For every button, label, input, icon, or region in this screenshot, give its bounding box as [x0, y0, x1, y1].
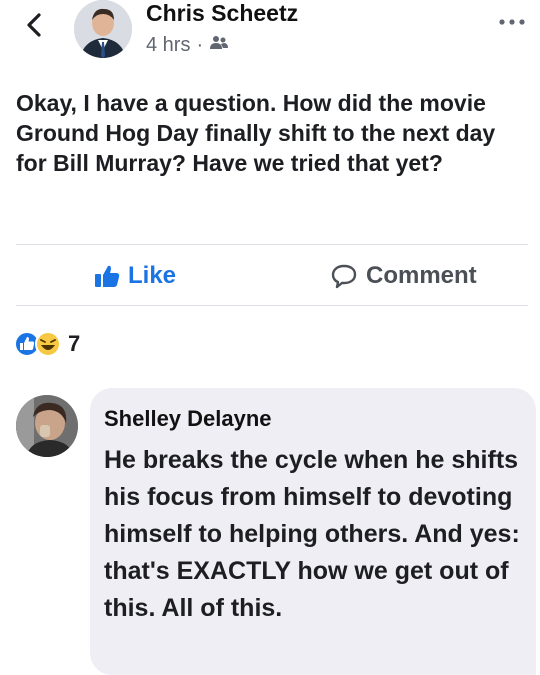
haha-reaction-icon	[35, 331, 61, 357]
post-text: Okay, I have a question. How did the mov…	[16, 90, 496, 176]
reaction-summary[interactable]: 7	[14, 331, 80, 357]
friends-icon	[209, 34, 229, 57]
post-meta: 4 hrs ·	[146, 34, 229, 57]
comment-bubble-icon	[331, 264, 357, 289]
divider-bottom	[16, 305, 528, 306]
comment-text: He breaks the cycle when he shifts his f…	[104, 446, 520, 622]
like-label: Like	[128, 262, 177, 289]
back-arrow-icon[interactable]	[22, 10, 46, 40]
commenter-name[interactable]: Shelley Delayne	[104, 406, 272, 432]
thumbs-up-icon	[95, 265, 120, 287]
reaction-count: 7	[68, 331, 81, 356]
author-avatar[interactable]	[74, 0, 132, 58]
more-options-icon[interactable]	[498, 14, 526, 25]
post-timestamp[interactable]: 4 hrs	[146, 34, 190, 57]
divider-top	[16, 244, 528, 245]
post-author-name[interactable]: Chris Scheetz	[146, 0, 298, 27]
reaction-icons	[14, 331, 61, 357]
comment-button[interactable]: Comment	[330, 262, 477, 290]
comment-label: Comment	[366, 262, 477, 289]
commenter-avatar[interactable]	[16, 395, 78, 457]
meta-separator: ·	[196, 34, 204, 56]
like-button[interactable]: Like	[94, 262, 176, 290]
